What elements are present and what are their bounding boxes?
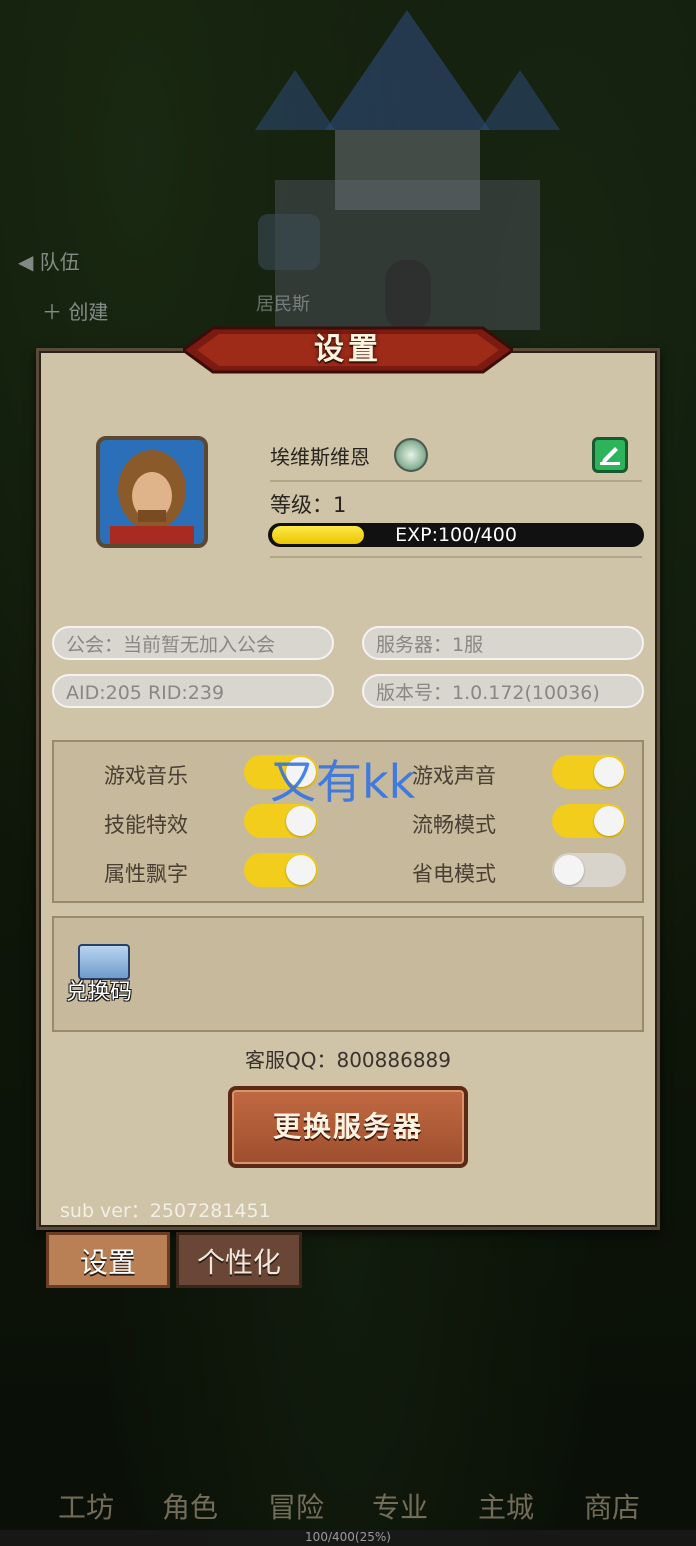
divider [270, 556, 642, 558]
option-label: 游戏声音 [412, 764, 496, 788]
nav-main-city[interactable]: 主城 [456, 1486, 556, 1526]
option-label: 省电模式 [412, 862, 496, 886]
floating-text-toggle[interactable] [244, 853, 318, 887]
class-emblem-icon [394, 438, 428, 472]
option-label: 属性飘字 [104, 862, 188, 886]
switch-server-button[interactable]: 更换服务器 [228, 1086, 468, 1168]
team-text: 队伍 [39, 250, 80, 274]
option-label: 流畅模式 [412, 813, 496, 837]
divider [270, 480, 642, 482]
smooth-mode-toggle[interactable] [552, 804, 626, 838]
panel-title: 设置 [314, 332, 382, 367]
customer-service-qq: 客服QQ：800886889 [244, 1048, 451, 1072]
nav-workshop[interactable]: 工坊 [36, 1486, 136, 1526]
sub-version: sub ver：2507281451 [60, 1200, 271, 1222]
toggle-knob [594, 806, 624, 836]
toggle-knob [594, 757, 624, 787]
pencil-icon [600, 447, 620, 465]
option-label: 游戏音乐 [104, 764, 188, 788]
sound-toggle[interactable] [552, 755, 626, 789]
power-saving-toggle[interactable] [552, 853, 626, 887]
create-team-button[interactable]: ＋ 创建 [42, 296, 108, 325]
redeem-code-button[interactable]: 兑换码 [66, 974, 132, 1006]
player-avatar[interactable] [96, 436, 208, 548]
version-info: 版本号：1.0.172(10036) [362, 674, 644, 708]
npc-name: 居民斯 [256, 294, 310, 315]
toggle-knob [554, 855, 584, 885]
tab-personalize[interactable]: 个性化 [176, 1232, 302, 1288]
redeem-box [52, 916, 644, 1032]
nav-character[interactable]: 角色 [140, 1486, 240, 1526]
toggle-knob [286, 855, 316, 885]
level-label: 等级：1 [270, 493, 347, 517]
avatar-portrait-icon [100, 440, 204, 544]
exp-bar: EXP:100/400 [268, 523, 644, 547]
create-text: 创建 [68, 300, 109, 324]
edit-name-button[interactable] [592, 437, 628, 473]
player-name: 埃维斯维恩 [270, 445, 370, 469]
bottom-progress-text: 100/400(25%) [305, 1530, 391, 1544]
castle-background [255, 10, 560, 330]
npc-speech-bubble[interactable] [258, 214, 320, 270]
watermark: 又有kk [270, 755, 416, 809]
tab-settings[interactable]: 设置 [46, 1232, 170, 1288]
guild-info: 公会：当前暂无加入公会 [52, 626, 334, 660]
server-info: 服务器：1服 [362, 626, 644, 660]
team-label[interactable]: ◀ 队伍 [18, 246, 80, 275]
nav-shop[interactable]: 商店 [562, 1486, 662, 1526]
id-info: AID:205 RID:239 [52, 674, 334, 708]
exp-text: EXP:100/400 [395, 524, 517, 546]
option-label: 技能特效 [104, 813, 188, 837]
nav-adventure[interactable]: 冒险 [246, 1486, 346, 1526]
nav-profession[interactable]: 专业 [350, 1486, 450, 1526]
